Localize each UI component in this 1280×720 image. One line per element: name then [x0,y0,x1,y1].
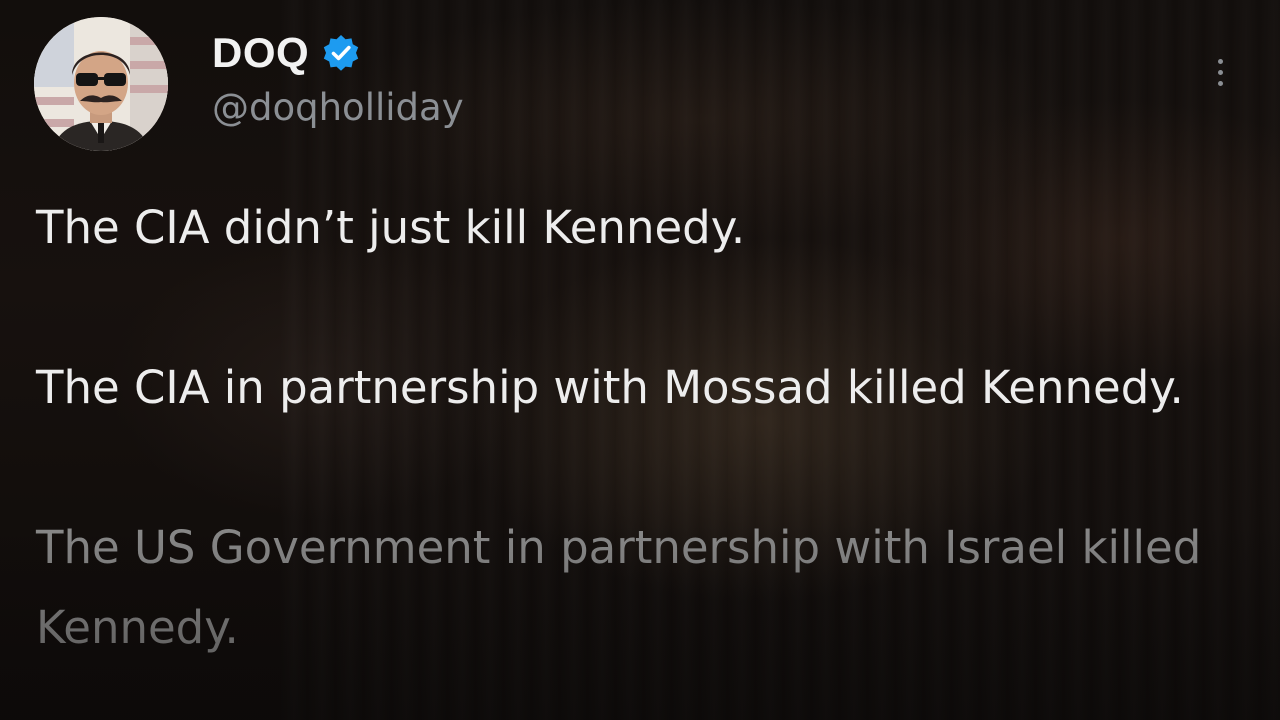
post-screenshot: DOQ @doqholliday The CIA didn’t just kil… [0,0,1280,720]
more-vertical-icon-dot-3 [1217,80,1223,86]
post-paragraph: The CIA didn’t just kill Kennedy. [36,201,746,254]
avatar-image [34,17,168,151]
post-paragraph: The CIA in partnership with Mossad kille… [36,361,1184,414]
author-handle[interactable]: @doqholliday [212,87,464,129]
author-header: DOQ [212,28,361,78]
verified-badge-icon [321,33,361,73]
more-vertical-icon [1217,58,1223,64]
more-options-button[interactable] [1202,50,1238,94]
post-body: The CIA didn’t just kill Kennedy. The CI… [36,188,1256,720]
more-vertical-icon-dot-2 [1217,69,1223,75]
post-paragraph: The US Government in partnership with Is… [36,521,1202,654]
avatar[interactable] [34,17,168,151]
display-name[interactable]: DOQ [212,32,309,74]
